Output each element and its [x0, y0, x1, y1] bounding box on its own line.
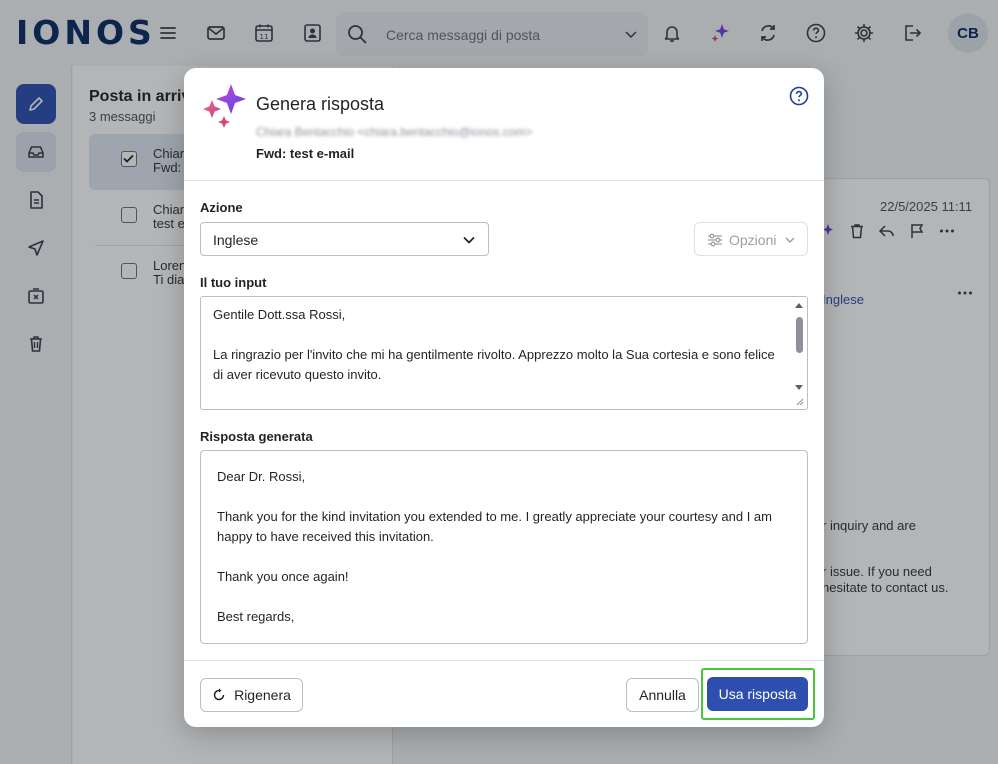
- help-icon[interactable]: [789, 86, 809, 106]
- scrollbar-thumb[interactable]: [796, 317, 803, 353]
- user-input-textarea[interactable]: Gentile Dott.ssa Rossi, La ringrazio per…: [200, 296, 808, 410]
- sliders-icon: [707, 233, 723, 247]
- user-input-text[interactable]: Gentile Dott.ssa Rossi, La ringrazio per…: [213, 305, 783, 409]
- chevron-down-icon: [462, 233, 476, 247]
- regenerate-label: Rigenera: [234, 687, 291, 703]
- generated-reply-text: Dear Dr. Rossi, Thank you for the kind i…: [217, 469, 772, 624]
- email-subject: Fwd: test e-mail: [256, 146, 355, 161]
- cancel-button[interactable]: Annulla: [626, 678, 699, 712]
- action-select-value: Inglese: [213, 232, 259, 248]
- action-select[interactable]: Inglese: [200, 222, 489, 256]
- footer-divider: [184, 660, 824, 661]
- input-label: Il tuo input: [200, 275, 267, 290]
- use-reply-button[interactable]: Usa risposta: [707, 677, 808, 711]
- sender-address: Chiara Bentacchio <chiara.bentacchio@ion…: [256, 125, 533, 139]
- regenerate-button[interactable]: Rigenera: [200, 678, 303, 712]
- options-label: Opzioni: [729, 232, 777, 248]
- options-button[interactable]: Opzioni: [694, 222, 808, 256]
- generated-reply-box: Dear Dr. Rossi, Thank you for the kind i…: [200, 450, 808, 644]
- dialog-title: Genera risposta: [256, 94, 385, 114]
- refresh-icon: [212, 688, 226, 702]
- generated-reply-label: Risposta generata: [200, 429, 313, 444]
- chevron-down-icon: [785, 235, 795, 245]
- generate-reply-dialog: Genera risposta Chiara Bentacchio <chiar…: [184, 68, 824, 727]
- action-label: Azione: [200, 200, 243, 215]
- ai-sparkle-icon: [200, 82, 252, 134]
- textarea-scrollbar[interactable]: [793, 299, 805, 407]
- header-divider: [184, 180, 824, 181]
